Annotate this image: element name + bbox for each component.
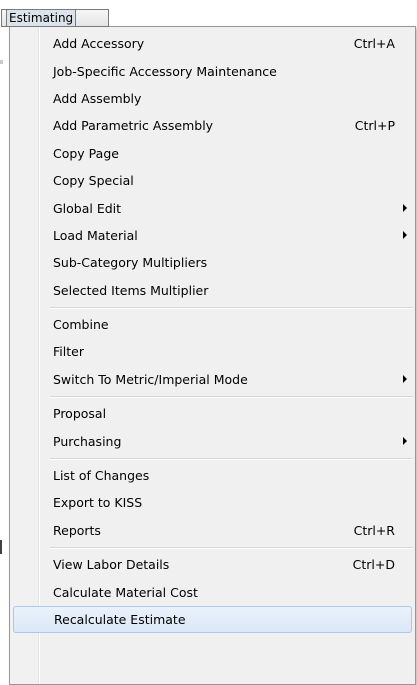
menu-item-label: Calculate Material Cost [53, 584, 198, 600]
menu-estimating[interactable]: Estimating [1, 9, 109, 27]
menu-item-add-parametric-assembly[interactable]: Add Parametric Assembly Ctrl+P [12, 112, 413, 139]
submenu-arrow-icon [403, 375, 407, 384]
menu-item-label: Copy Page [53, 145, 119, 161]
menu-item-export-to-kiss[interactable]: Export to KISS [12, 489, 413, 516]
menu-item-label: Proposal [53, 406, 107, 422]
menu-item-proposal[interactable]: Proposal [12, 400, 413, 427]
menu-item-selected-items-multiplier[interactable]: Selected Items Multiplier [12, 277, 413, 304]
menu-item-copy-special[interactable]: Copy Special [12, 167, 413, 194]
menu-item-add-accessory[interactable]: Add Accessory Ctrl+A [12, 30, 413, 57]
menu-item-label: Combine [53, 317, 109, 333]
menu-item-job-specific-accessory-maintenance[interactable]: Job-Specific Accessory Maintenance [12, 57, 413, 84]
menu-item-label: Export to KISS [53, 495, 143, 511]
menu-item-shortcut: Ctrl+R [353, 522, 395, 538]
menu-item-label: Recalculate Estimate [54, 612, 186, 627]
menu-item-filter[interactable]: Filter [12, 338, 413, 365]
submenu-arrow-icon [403, 437, 407, 446]
menu-item-label: Selected Items Multiplier [53, 282, 209, 298]
menu-item-calculate-material-cost[interactable]: Calculate Material Cost [12, 578, 413, 605]
menu-item-view-labor-details[interactable]: View Labor Details Ctrl+D [12, 551, 413, 578]
menu-item-sub-category-multipliers[interactable]: Sub-Category Multipliers [12, 249, 413, 276]
menu-separator [50, 455, 413, 462]
submenu-arrow-icon [403, 231, 407, 240]
background-window-edge [0, 60, 3, 64]
menu-estimating-label: Estimating [6, 10, 77, 26]
menu-separator [50, 393, 413, 400]
menu-item-label: Filter [53, 344, 84, 360]
menu-item-label: Purchasing [53, 433, 122, 449]
submenu-arrow-icon [403, 204, 407, 213]
menu-item-label: Sub-Category Multipliers [53, 255, 208, 271]
menu-separator [50, 304, 413, 311]
estimating-dropdown-menu: Add Accessory Ctrl+A Job-Specific Accessor… [9, 26, 416, 685]
menu-item-load-material[interactable]: Load Material [12, 222, 413, 249]
menu-item-label: Global Edit [53, 200, 122, 216]
menu-list: Add Accessory Ctrl+A Job-Specific Accessor… [12, 30, 413, 634]
menu-item-shortcut: Ctrl+P [354, 118, 395, 134]
menu-item-label: List of Changes [53, 468, 150, 484]
menu-item-label: Switch To Metric/Imperial Mode [53, 371, 248, 387]
menu-separator [50, 544, 413, 551]
menu-item-list-of-changes[interactable]: List of Changes [12, 462, 413, 489]
menu-item-label: Load Material [53, 227, 138, 243]
screen: Estimating Add Accessory Ctrl+A Job-Specif… [0, 0, 417, 685]
menu-item-combine[interactable]: Combine [12, 311, 413, 338]
menu-item-shortcut: Ctrl+A [353, 36, 395, 52]
background-window-edge [0, 540, 2, 554]
menu-item-add-assembly[interactable]: Add Assembly [12, 85, 413, 112]
menu-item-label: Add Assembly [53, 90, 142, 106]
menu-item-switch-to-metric-imperial-mode[interactable]: Switch To Metric/Imperial Mode [12, 366, 413, 393]
menu-item-label: Job-Specific Accessory Maintenance [53, 63, 277, 79]
menu-item-label: Copy Special [53, 173, 134, 189]
menu-item-global-edit[interactable]: Global Edit [12, 194, 413, 221]
menu-item-recalculate-estimate[interactable]: Recalculate Estimate [13, 605, 412, 634]
menu-item-reports[interactable]: Reports Ctrl+R [12, 517, 413, 544]
menu-item-copy-page[interactable]: Copy Page [12, 140, 413, 167]
menu-item-purchasing[interactable]: Purchasing [12, 427, 413, 454]
menu-item-shortcut: Ctrl+D [352, 557, 395, 573]
